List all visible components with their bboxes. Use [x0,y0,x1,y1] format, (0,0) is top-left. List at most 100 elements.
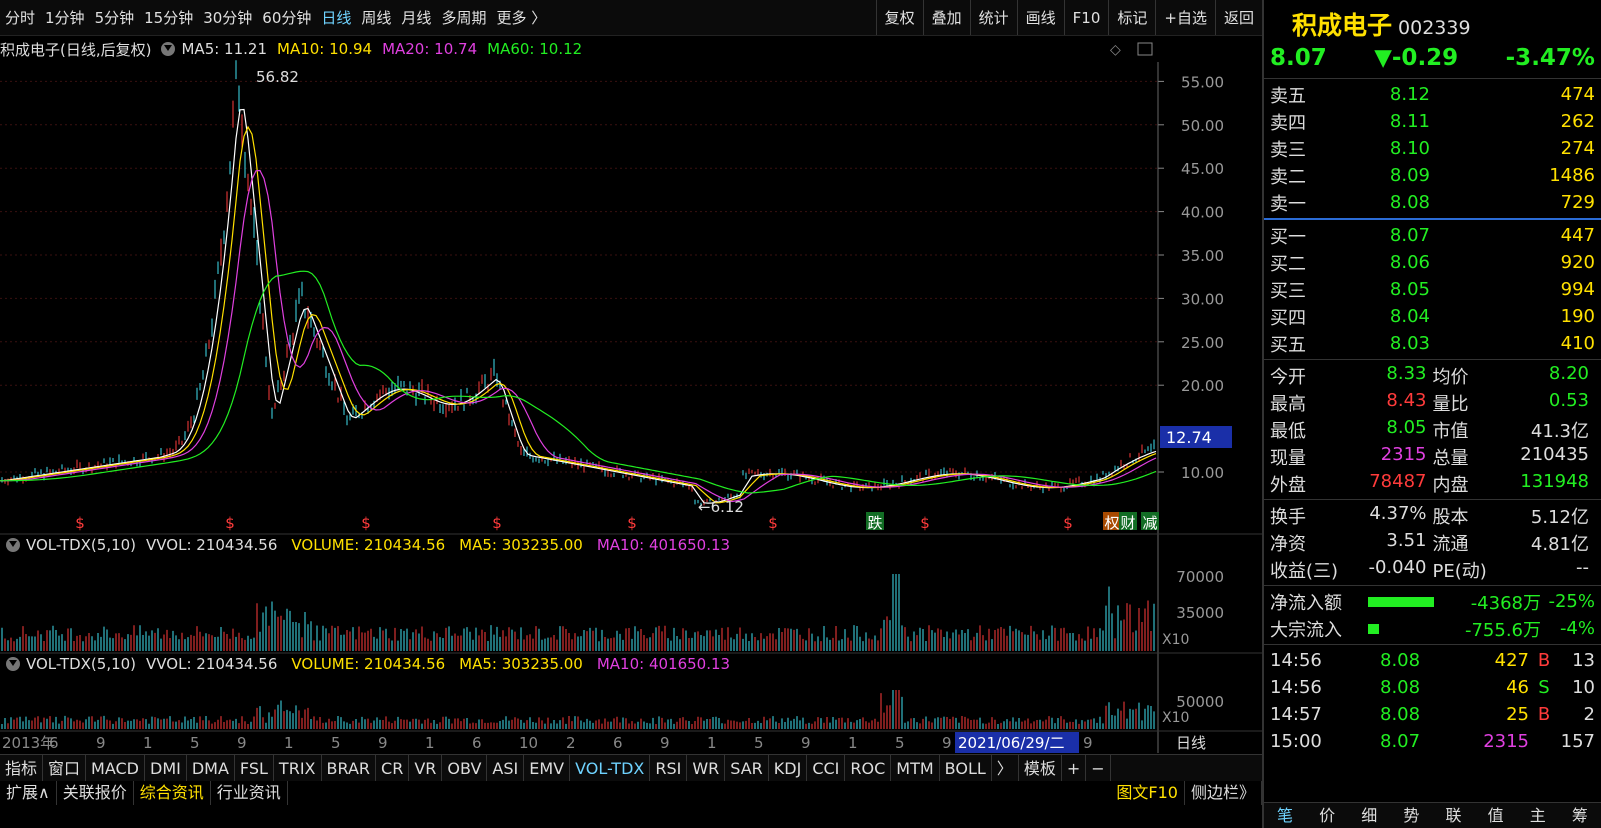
stat-pair: 今开 8.33 [1270,363,1433,389]
toolbar-button[interactable]: F10 [1063,0,1109,35]
flow-value: -4368万 [1470,592,1541,614]
stat-value: 4.81亿 [1530,533,1589,555]
indicator-tab[interactable]: VR [409,754,443,782]
indicator-tab[interactable]: VOL-TDX [570,754,651,782]
event-marker: $ [1063,514,1073,532]
order-volume: 729 [1560,192,1595,213]
order-book-row: 买五 8.03 410 [1264,330,1601,357]
toolbar-button[interactable]: 统计 [969,0,1017,35]
period-tab[interactable]: 5分钟 [90,0,140,36]
order-volume: 994 [1560,279,1595,300]
dropdown-circle-icon[interactable] [6,657,20,671]
toolbar-button[interactable]: 复权 [875,0,923,35]
order-price: 8.09 [1389,165,1430,186]
order-label: 买五 [1270,334,1306,356]
panel-tab[interactable]: 细 [1348,803,1390,828]
stat-value: 8.20 [1548,362,1589,384]
indicator-tab[interactable]: DMI [145,754,187,782]
divider [1264,218,1601,220]
stock-title: 积成电子 002339 [1264,0,1601,40]
indicator-tab[interactable]: TRIX [274,754,322,782]
indicator-tab[interactable]: − [1086,754,1111,782]
indicator-tab[interactable]: MACD [86,754,145,782]
indicator-tab[interactable]: KDJ [769,754,808,782]
indicator-tab[interactable]: FSL [235,754,274,782]
period-tab[interactable]: 30分钟 [198,0,257,36]
toolbar-button[interactable]: 标记 [1108,0,1155,35]
toolbar-button[interactable]: 画线 [1016,0,1064,35]
period-tab[interactable]: 多周期 [436,0,491,36]
event-marker: 减 [1142,514,1157,532]
indicator-tab[interactable]: 模板 [1019,754,1062,782]
status-link[interactable]: 综合资讯 [134,781,211,805]
status-button[interactable]: 图文F10 [1110,781,1185,805]
stat-row: 今开 8.33 均价 8.20 [1264,362,1601,389]
tick-row: 14:56 8.08 46 S 10 [1264,674,1601,701]
tick-volume: 427 [1494,650,1529,671]
toolbar-button[interactable]: 叠加 [922,0,970,35]
indicator-tab[interactable]: BOLL [940,754,992,782]
period-tab[interactable]: 周线 [356,0,396,36]
order-price: 8.06 [1389,252,1430,273]
toolbar-button[interactable]: 返回 [1214,0,1262,35]
x-tick-label: 1 [143,734,153,752]
status-link[interactable]: 扩展∧ [0,781,57,805]
stat-label: 收益(三) [1270,560,1339,582]
period-tab[interactable]: 1分钟 [40,0,90,36]
x-tick-label: 9 [237,734,247,752]
status-link[interactable]: 行业资讯 [211,781,288,805]
indicator-tab[interactable]: EMV [524,754,571,782]
flow-pct: -4% [1559,618,1595,639]
tick-time: 14:56 [1270,677,1322,698]
panel-tab[interactable]: 主 [1517,803,1559,828]
stat-row: 现量 2315 总量 210435 [1264,443,1601,470]
quote-stats: 今开 8.33 均价 8.20 最高 8.43 量比 0.53 最低 8.05 市值 41.3亿 现量 2… [1264,362,1601,497]
stat-label: 均价 [1432,366,1469,388]
panel-tab[interactable]: 笔 [1264,803,1306,828]
stat-pair: 最高 8.43 [1270,390,1433,416]
order-volume: 447 [1560,225,1595,246]
indicator-tab[interactable]: + [1062,754,1087,782]
indicator-tab[interactable]: CCI [807,754,846,782]
indicator-tab[interactable]: ROC [845,754,892,782]
period-tab[interactable]: 日线 [316,0,356,36]
tick-side: S [1538,677,1550,698]
indicator-tab[interactable]: RSI [650,754,688,782]
indicator-tab[interactable]: 〉 [992,754,1019,782]
indicator-tab[interactable]: BRAR [322,754,377,782]
status-bar: 扩展∧ 关联报价 综合资讯 行业资讯 图文F10 侧边栏》 [0,781,1262,828]
flow-row: 净流入额 -4368万 -25% [1264,588,1601,615]
order-volume: 274 [1560,138,1595,159]
toolbar-button[interactable]: +自选 [1155,0,1215,35]
indicator-tab[interactable]: WR [687,754,726,782]
panel-tab[interactable]: 联 [1433,803,1475,828]
dropdown-circle-icon[interactable] [6,538,20,552]
tick-row: 14:56 8.08 427 B 13 [1264,647,1601,674]
indicator-tab[interactable]: CR [376,754,410,782]
price-chart[interactable]: 55.00 50.00 45.00 40.00 35.00 30.00 25.00 20.00… [0,36,1262,754]
period-tab[interactable]: 分时 [0,0,40,36]
indicator-tab[interactable]: 窗口 [43,754,87,782]
period-tab[interactable]: 15分钟 [139,0,198,36]
panel-tab[interactable]: 筹 [1559,803,1601,828]
indicator-tab[interactable]: OBV [442,754,488,782]
indicator-tab[interactable]: MTM [891,754,940,782]
order-price: 8.07 [1389,225,1430,246]
cursor-date: 2021/06/29/二 [958,734,1065,752]
status-link[interactable]: 关联报价 [57,781,134,805]
panel-tab[interactable]: 值 [1475,803,1517,828]
period-tab[interactable]: 更多 〉 [491,0,551,36]
panel-tab[interactable]: 价 [1306,803,1348,828]
order-label: 卖一 [1270,193,1306,215]
tick-count: 2 [1583,704,1595,725]
indicator-tab[interactable]: 指标 [0,754,44,782]
x-tick-label: 9 [378,734,388,752]
period-tab[interactable]: 月线 [396,0,436,36]
period-tab[interactable]: 60分钟 [257,0,316,36]
panel-tab[interactable]: 势 [1390,803,1432,828]
y-tick-label: 30.00 [1181,290,1224,308]
indicator-tab[interactable]: DMA [187,754,235,782]
indicator-tab[interactable]: SAR [725,754,769,782]
indicator-tab[interactable]: ASI [487,754,525,782]
status-button[interactable]: 侧边栏》 [1185,781,1262,805]
